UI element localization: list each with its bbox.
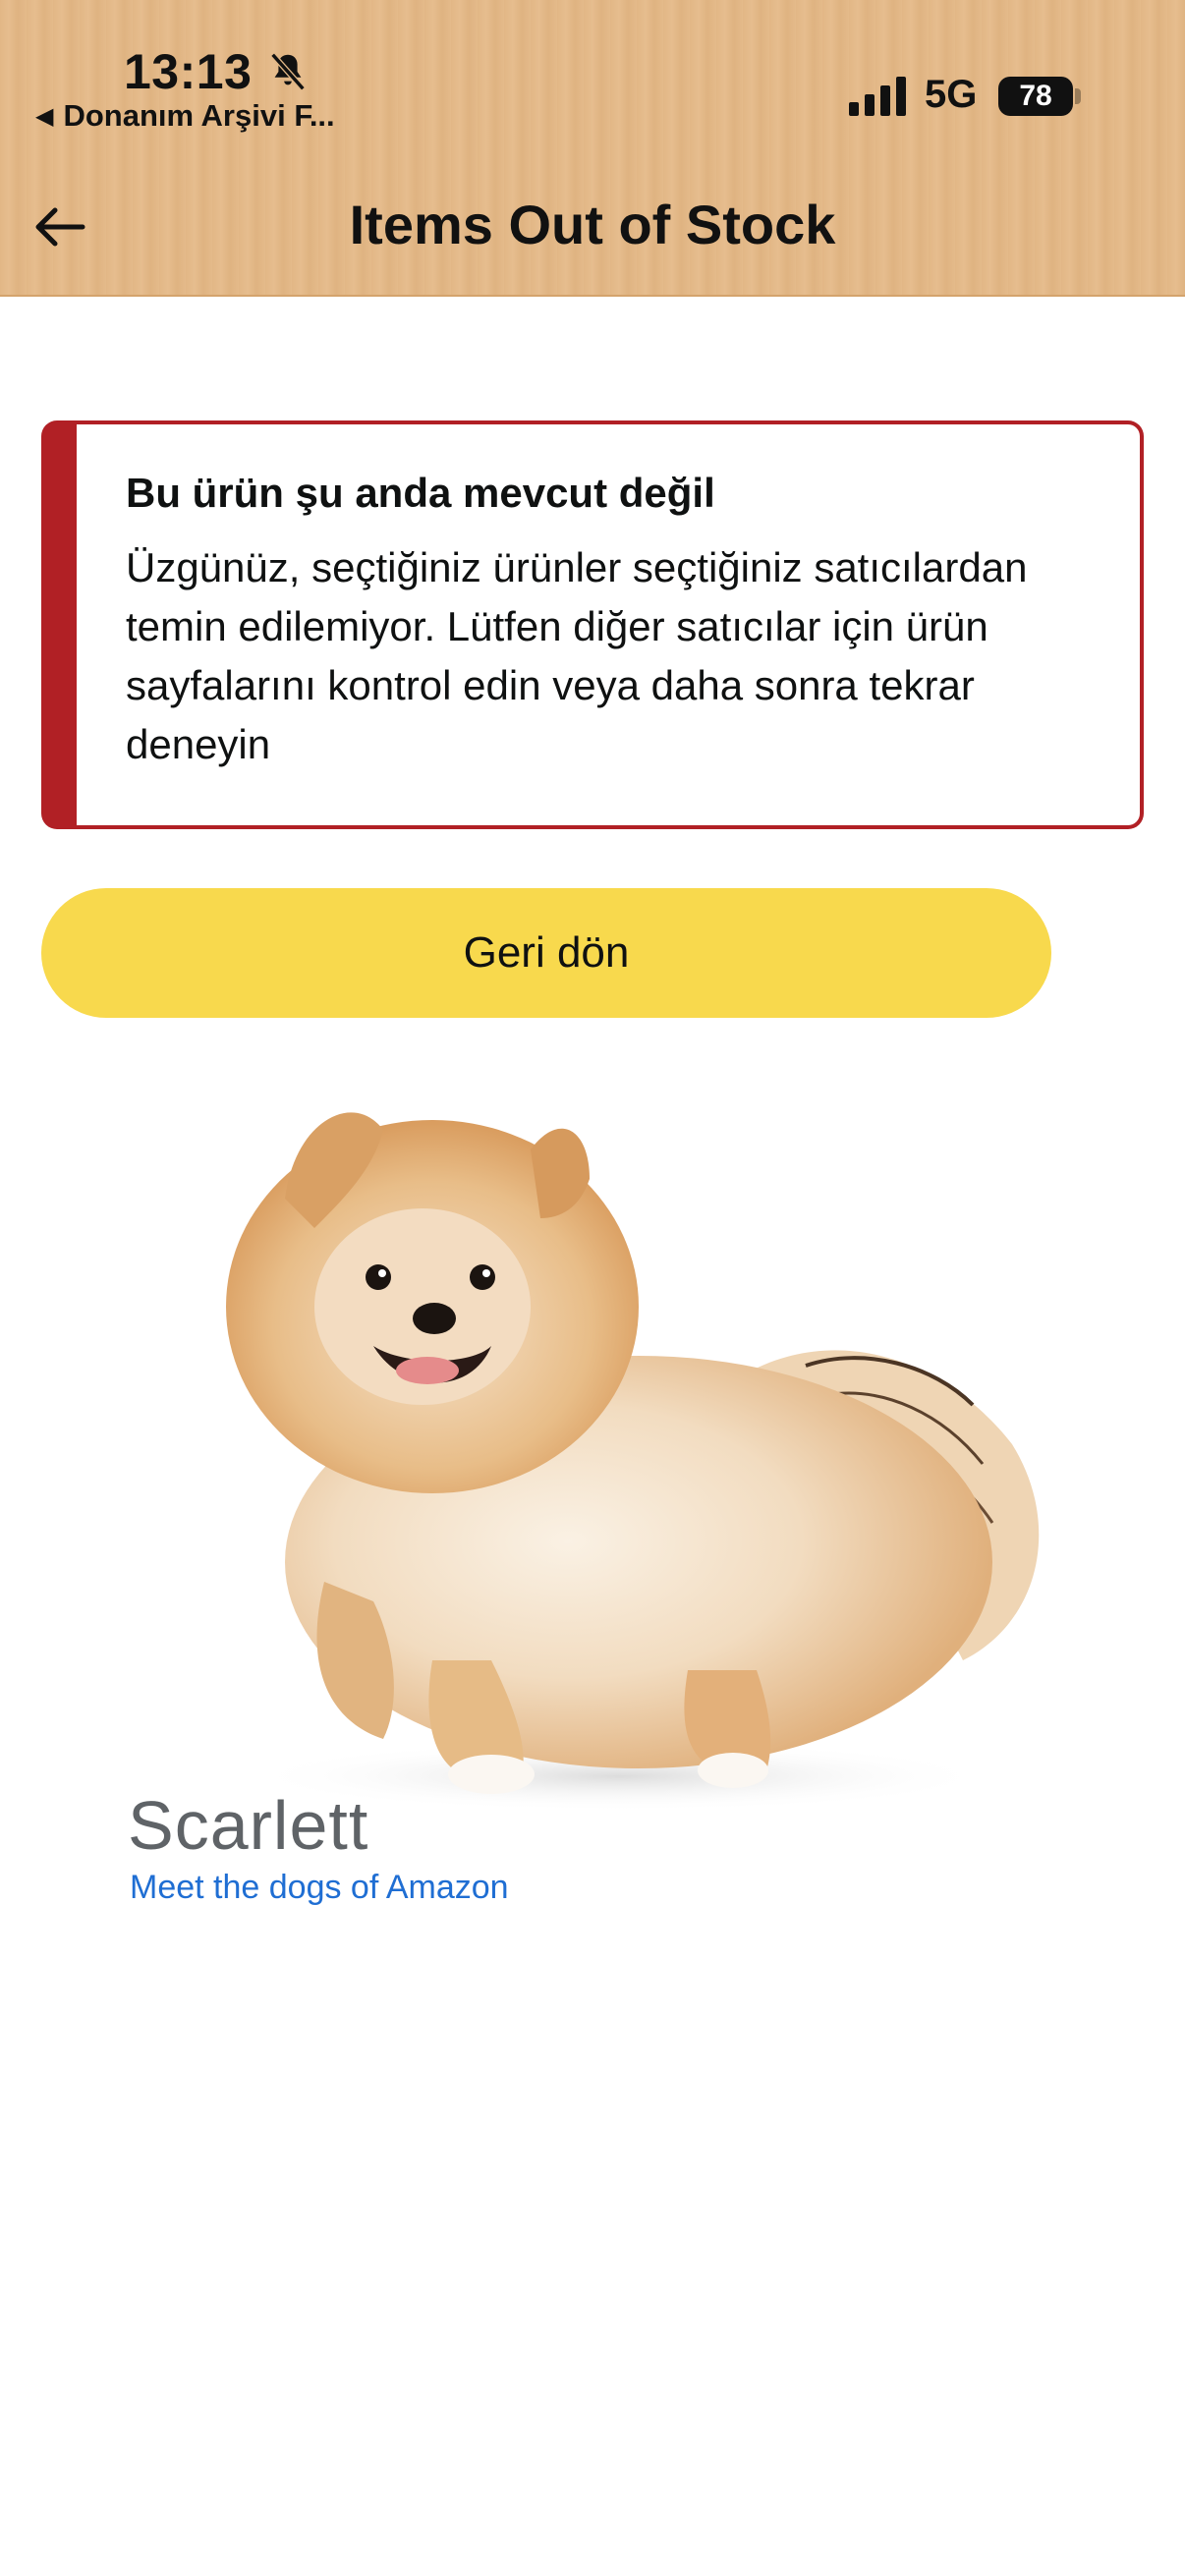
go-back-button[interactable]: Geri dön <box>41 888 1051 1018</box>
app-header: 13:13 ◀ Donanım Arşivi F... 5G 78 Items … <box>0 0 1185 297</box>
page-title: Items Out of Stock <box>349 194 836 255</box>
network-type: 5G <box>925 73 978 116</box>
battery-indicator: 78 <box>998 77 1073 116</box>
bell-slash-icon <box>270 52 306 91</box>
battery-level: 78 <box>1019 80 1052 112</box>
signal-bars-icon <box>849 77 906 116</box>
dog-name: Scarlett <box>128 1787 369 1864</box>
meet-dogs-link[interactable]: Meet the dogs of Amazon <box>130 1869 509 1907</box>
return-to-app-link[interactable]: ◀ Donanım Arşivi F... <box>35 98 335 134</box>
battery-tip <box>1075 88 1081 104</box>
dog-illustration <box>226 1112 1040 1812</box>
status-time: 13:13 <box>124 44 253 99</box>
out-of-stock-alert: Bu ürün şu anda mevcut değil Üzgünüz, se… <box>41 420 1144 829</box>
alert-heading: Bu ürün şu anda mevcut değil <box>126 470 715 516</box>
return-app-label: Donanım Arşivi F... <box>63 98 335 133</box>
back-triangle-icon: ◀ <box>35 102 54 130</box>
alert-body: Üzgünüz, seçtiğiniz ürünler seçtiğiniz s… <box>126 544 1028 767</box>
